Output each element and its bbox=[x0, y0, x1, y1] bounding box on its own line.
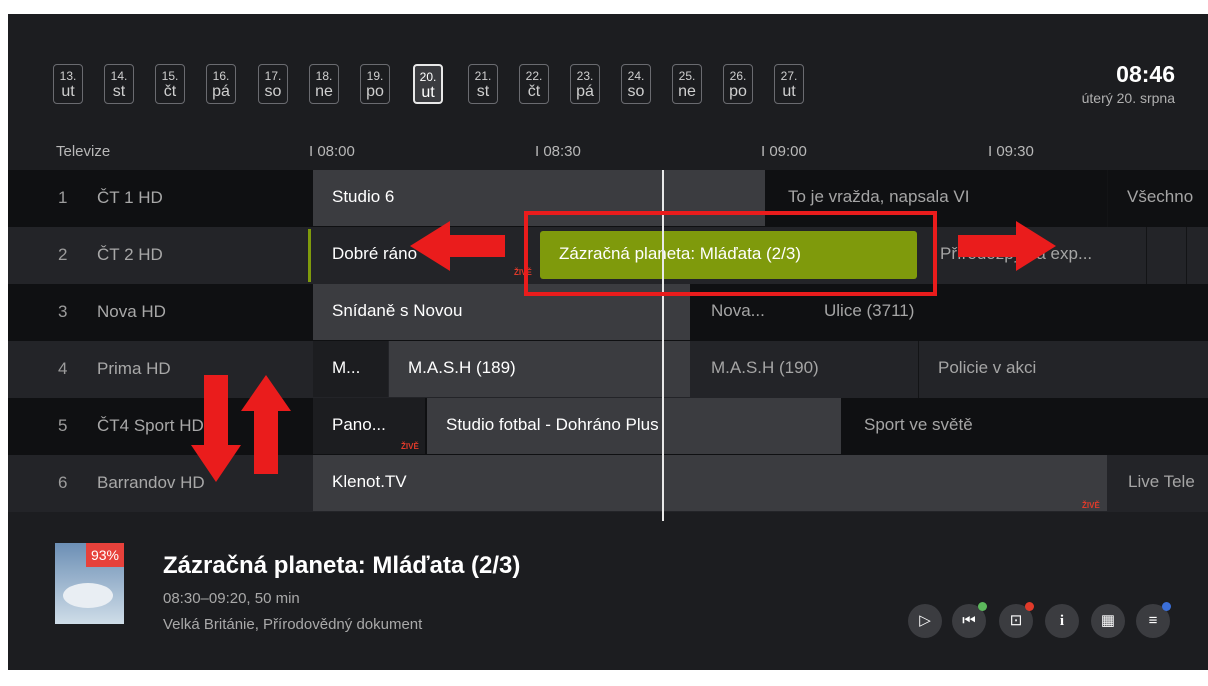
program-cell[interactable]: Live Tele bbox=[1109, 455, 1208, 511]
channel-number: 3 bbox=[58, 302, 68, 321]
time-tick: I 08:30 bbox=[535, 143, 581, 160]
restart-icon[interactable]: ⏮ bbox=[952, 602, 987, 638]
live-badge: ŽIVĚ bbox=[1082, 501, 1100, 510]
time-tick: I 09:30 bbox=[988, 143, 1034, 160]
program-cell[interactable]: M... bbox=[313, 341, 388, 397]
calendar-icon[interactable]: ▦ bbox=[1091, 604, 1125, 638]
menu-icon[interactable]: ≡ bbox=[1136, 602, 1171, 638]
channel-info[interactable]: 3 Nova HD bbox=[8, 284, 308, 341]
date-tab[interactable]: 26. po bbox=[723, 64, 753, 104]
arrow-down-icon bbox=[191, 375, 241, 482]
thumbnail-image bbox=[63, 583, 113, 608]
date-tab[interactable]: 16. pá bbox=[206, 64, 236, 104]
date-tab[interactable]: 13. ut bbox=[53, 64, 83, 104]
record-icon[interactable]: ⊡ bbox=[999, 602, 1034, 638]
play-icon[interactable]: ▷ bbox=[908, 604, 942, 638]
arrow-right-icon bbox=[958, 221, 1056, 271]
channel-number: 4 bbox=[58, 359, 68, 378]
progress-marker bbox=[308, 229, 311, 282]
clock: 08:46 úterý 20. srpna bbox=[1082, 60, 1175, 108]
program-cell[interactable]: M.A.S.H (190) bbox=[692, 341, 916, 397]
channel-name: Prima HD bbox=[97, 359, 171, 378]
time-tick: I 09:00 bbox=[761, 143, 807, 160]
time-tick: I 08:00 bbox=[309, 143, 355, 160]
date-tab-selected[interactable]: 20. ut bbox=[413, 64, 443, 104]
divider bbox=[1146, 227, 1147, 284]
program-cell[interactable]: Sport ve světě bbox=[845, 398, 1145, 454]
program-cell[interactable]: M.A.S.H (189) bbox=[389, 341, 690, 397]
date-tab[interactable]: 15. čt bbox=[155, 64, 185, 104]
channel-row: 5 ČT4 Sport HD Pano... ŽIVĚ Studio fotba… bbox=[8, 398, 1208, 455]
date-tab[interactable]: 24. so bbox=[621, 64, 651, 104]
program-info: Velká Británie, Přírodovědný dokument bbox=[163, 616, 423, 633]
arrow-left-icon bbox=[410, 221, 505, 271]
date-tab[interactable]: 25. ne bbox=[672, 64, 702, 104]
status-dot bbox=[1162, 602, 1171, 611]
channel-row: 6 Barrandov HD Klenot.TV ŽIVĚ Live Tele bbox=[8, 455, 1208, 512]
status-dot bbox=[1025, 602, 1034, 611]
date-tab[interactable]: 18. ne bbox=[309, 64, 339, 104]
highlight-box bbox=[524, 211, 937, 296]
tv-guide-screen: 13. ut 14. st 15. čt 16. pá 17. so 18. ne 19. p… bbox=[8, 14, 1208, 670]
channel-info[interactable]: 2 ČT 2 HD bbox=[8, 227, 308, 284]
program-thumbnail: 93% bbox=[55, 543, 124, 624]
program-title: Zázračná planeta: Mláďata (2/3) bbox=[163, 552, 521, 579]
channel-name: Barrandov HD bbox=[97, 473, 205, 492]
date-tab[interactable]: 22. čt bbox=[519, 64, 549, 104]
program-cell[interactable]: Studio fotbal - Dohráno Plus bbox=[427, 398, 841, 454]
channel-name: Nova HD bbox=[97, 302, 166, 321]
channel-name: ČT 1 HD bbox=[97, 188, 163, 207]
program-cell[interactable]: Klenot.TV bbox=[313, 455, 1107, 511]
current-time: 08:46 bbox=[1116, 61, 1175, 87]
channel-number: 2 bbox=[58, 245, 68, 264]
date-tab[interactable]: 21. st bbox=[468, 64, 498, 104]
arrow-up-icon bbox=[241, 375, 291, 474]
progress-badge: 93% bbox=[85, 543, 124, 567]
date-tab[interactable]: 19. po bbox=[360, 64, 390, 104]
status-dot bbox=[978, 602, 987, 611]
program-cell[interactable]: Policie v akci bbox=[919, 341, 1199, 397]
channel-row: 4 Prima HD M... M.A.S.H (189) M.A.S.H (1… bbox=[8, 341, 1208, 398]
date-tab[interactable]: 23. pá bbox=[570, 64, 600, 104]
date-tab[interactable]: 27. ut bbox=[774, 64, 804, 104]
info-icon[interactable]: i bbox=[1045, 604, 1079, 638]
channel-number: 6 bbox=[58, 473, 68, 492]
channel-number: 1 bbox=[58, 188, 68, 207]
date-tab[interactable]: 17. so bbox=[258, 64, 288, 104]
program-time: 08:30–09:20, 50 min bbox=[163, 590, 300, 607]
program-cell[interactable]: Všechno bbox=[1108, 170, 1208, 226]
divider bbox=[1186, 227, 1187, 284]
channel-name: ČT4 Sport HD bbox=[97, 416, 204, 435]
channel-info[interactable]: 1 ČT 1 HD bbox=[8, 170, 308, 227]
channel-name: ČT 2 HD bbox=[97, 245, 163, 264]
current-date: úterý 20. srpna bbox=[1081, 90, 1175, 106]
channel-number: 5 bbox=[58, 416, 68, 435]
date-tab[interactable]: 14. st bbox=[104, 64, 134, 104]
section-label: Televize bbox=[56, 143, 111, 160]
live-badge: ŽIVĚ bbox=[401, 442, 419, 451]
